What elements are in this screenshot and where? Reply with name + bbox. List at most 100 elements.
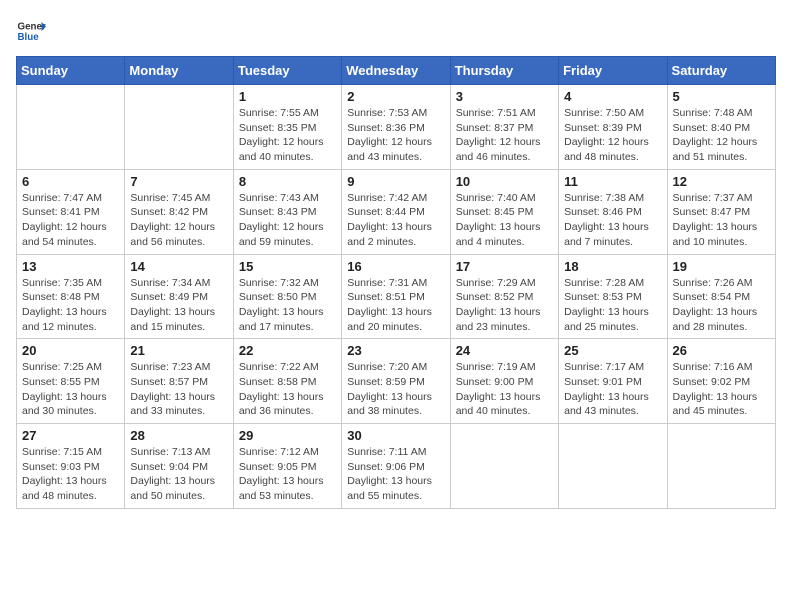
calendar-cell [450,424,558,509]
calendar-cell: 16 Sunrise: 7:31 AM Sunset: 8:51 PM Dayli… [342,254,450,339]
calendar-cell: 14 Sunrise: 7:34 AM Sunset: 8:49 PM Dayli… [125,254,233,339]
calendar-cell: 12Sunrise: 7:37 AM Sunset: 8:47 PM Dayli… [667,169,775,254]
day-number: 4 [564,89,661,104]
day-number: 17 [456,259,553,274]
calendar-week-row: 27Sunrise: 7:15 AM Sunset: 9:03 PM Dayli… [17,424,776,509]
calendar-cell: 13 Sunrise: 7:35 AM Sunset: 8:48 PM Dayli… [17,254,125,339]
calendar-table: SundayMondayTuesdayWednesdayThursdayFrid… [16,56,776,509]
weekday-header: Wednesday [342,57,450,85]
day-info: Sunrise: 7:53 AM Sunset: 8:36 PM Dayligh… [347,106,444,165]
day-info: Sunrise: 7:15 AM Sunset: 9:03 PM Dayligh… [22,445,119,504]
calendar-cell: 29 Sunrise: 7:12 AM Sunset: 9:05 PM Dayli… [233,424,341,509]
calendar-cell [559,424,667,509]
calendar-cell: 8 Sunrise: 7:43 AM Sunset: 8:43 PM Daylig… [233,169,341,254]
day-number: 8 [239,174,336,189]
day-number: 15 [239,259,336,274]
calendar-cell: 26 Sunrise: 7:16 AM Sunset: 9:02 PM Dayli… [667,339,775,424]
day-number: 20 [22,343,119,358]
calendar-cell: 25 Sunrise: 7:17 AM Sunset: 9:01 PM Dayli… [559,339,667,424]
weekday-header: Tuesday [233,57,341,85]
day-info: Sunrise: 7:34 AM Sunset: 8:49 PM Dayligh… [130,276,227,335]
day-number: 11 [564,174,661,189]
day-info: Sunrise: 7:32 AM Sunset: 8:50 PM Dayligh… [239,276,336,335]
day-info: Sunrise: 7:40 AM Sunset: 8:45 PM Dayligh… [456,191,553,250]
calendar-cell: 6 Sunrise: 7:47 AM Sunset: 8:41 PM Daylig… [17,169,125,254]
day-number: 6 [22,174,119,189]
calendar-cell: 19 Sunrise: 7:26 AM Sunset: 8:54 PM Dayli… [667,254,775,339]
calendar-cell: 2 Sunrise: 7:53 AM Sunset: 8:36 PM Daylig… [342,85,450,170]
day-number: 12 [673,174,770,189]
calendar-cell: 1 Sunrise: 7:55 AM Sunset: 8:35 PM Daylig… [233,85,341,170]
day-info: Sunrise: 7:20 AM Sunset: 8:59 PM Dayligh… [347,360,444,419]
day-number: 7 [130,174,227,189]
svg-text:Blue: Blue [18,32,40,43]
day-number: 16 [347,259,444,274]
day-info: Sunrise: 7:11 AM Sunset: 9:06 PM Dayligh… [347,445,444,504]
day-number: 29 [239,428,336,443]
day-number: 14 [130,259,227,274]
calendar-cell [17,85,125,170]
calendar-week-row: 6 Sunrise: 7:47 AM Sunset: 8:41 PM Daylig… [17,169,776,254]
weekday-header: Friday [559,57,667,85]
day-number: 19 [673,259,770,274]
day-number: 10 [456,174,553,189]
day-info: Sunrise: 7:48 AM Sunset: 8:40 PM Dayligh… [673,106,770,165]
day-number: 9 [347,174,444,189]
day-number: 13 [22,259,119,274]
day-info: Sunrise: 7:47 AM Sunset: 8:41 PM Dayligh… [22,191,119,250]
day-number: 25 [564,343,661,358]
day-info: Sunrise: 7:51 AM Sunset: 8:37 PM Dayligh… [456,106,553,165]
day-info: Sunrise: 7:26 AM Sunset: 8:54 PM Dayligh… [673,276,770,335]
day-info: Sunrise: 7:35 AM Sunset: 8:48 PM Dayligh… [22,276,119,335]
calendar-cell: 20Sunrise: 7:25 AM Sunset: 8:55 PM Dayli… [17,339,125,424]
calendar-week-row: 1 Sunrise: 7:55 AM Sunset: 8:35 PM Daylig… [17,85,776,170]
calendar-cell: 24 Sunrise: 7:19 AM Sunset: 9:00 PM Dayli… [450,339,558,424]
day-info: Sunrise: 7:43 AM Sunset: 8:43 PM Dayligh… [239,191,336,250]
calendar-cell: 21 Sunrise: 7:23 AM Sunset: 8:57 PM Dayli… [125,339,233,424]
day-number: 28 [130,428,227,443]
calendar-cell: 5 Sunrise: 7:48 AM Sunset: 8:40 PM Daylig… [667,85,775,170]
day-info: Sunrise: 7:31 AM Sunset: 8:51 PM Dayligh… [347,276,444,335]
day-number: 21 [130,343,227,358]
calendar-cell: 4 Sunrise: 7:50 AM Sunset: 8:39 PM Daylig… [559,85,667,170]
calendar-week-row: 13 Sunrise: 7:35 AM Sunset: 8:48 PM Dayli… [17,254,776,339]
calendar-cell: 9 Sunrise: 7:42 AM Sunset: 8:44 PM Daylig… [342,169,450,254]
day-number: 30 [347,428,444,443]
weekday-header-row: SundayMondayTuesdayWednesdayThursdayFrid… [17,57,776,85]
day-info: Sunrise: 7:29 AM Sunset: 8:52 PM Dayligh… [456,276,553,335]
day-number: 22 [239,343,336,358]
weekday-header: Thursday [450,57,558,85]
calendar-cell: 18Sunrise: 7:28 AM Sunset: 8:53 PM Dayli… [559,254,667,339]
calendar-cell: 3 Sunrise: 7:51 AM Sunset: 8:37 PM Daylig… [450,85,558,170]
logo-icon: General Blue [16,16,46,46]
calendar-cell: 22 Sunrise: 7:22 AM Sunset: 8:58 PM Dayli… [233,339,341,424]
weekday-header: Saturday [667,57,775,85]
calendar-cell: 23 Sunrise: 7:20 AM Sunset: 8:59 PM Dayli… [342,339,450,424]
day-info: Sunrise: 7:12 AM Sunset: 9:05 PM Dayligh… [239,445,336,504]
calendar-cell: 30 Sunrise: 7:11 AM Sunset: 9:06 PM Dayli… [342,424,450,509]
day-number: 5 [673,89,770,104]
day-number: 3 [456,89,553,104]
calendar-cell: 15 Sunrise: 7:32 AM Sunset: 8:50 PM Dayli… [233,254,341,339]
day-number: 1 [239,89,336,104]
day-info: Sunrise: 7:42 AM Sunset: 8:44 PM Dayligh… [347,191,444,250]
day-number: 2 [347,89,444,104]
day-info: Sunrise: 7:16 AM Sunset: 9:02 PM Dayligh… [673,360,770,419]
day-info: Sunrise: 7:55 AM Sunset: 8:35 PM Dayligh… [239,106,336,165]
day-info: Sunrise: 7:17 AM Sunset: 9:01 PM Dayligh… [564,360,661,419]
day-info: Sunrise: 7:19 AM Sunset: 9:00 PM Dayligh… [456,360,553,419]
weekday-header: Sunday [17,57,125,85]
day-info: Sunrise: 7:23 AM Sunset: 8:57 PM Dayligh… [130,360,227,419]
logo: General Blue [16,16,50,46]
day-info: Sunrise: 7:50 AM Sunset: 8:39 PM Dayligh… [564,106,661,165]
calendar-cell: 27Sunrise: 7:15 AM Sunset: 9:03 PM Dayli… [17,424,125,509]
calendar-cell [667,424,775,509]
calendar-cell [125,85,233,170]
day-number: 26 [673,343,770,358]
day-number: 23 [347,343,444,358]
day-info: Sunrise: 7:45 AM Sunset: 8:42 PM Dayligh… [130,191,227,250]
calendar-cell: 17 Sunrise: 7:29 AM Sunset: 8:52 PM Dayli… [450,254,558,339]
day-info: Sunrise: 7:22 AM Sunset: 8:58 PM Dayligh… [239,360,336,419]
weekday-header: Monday [125,57,233,85]
day-number: 24 [456,343,553,358]
